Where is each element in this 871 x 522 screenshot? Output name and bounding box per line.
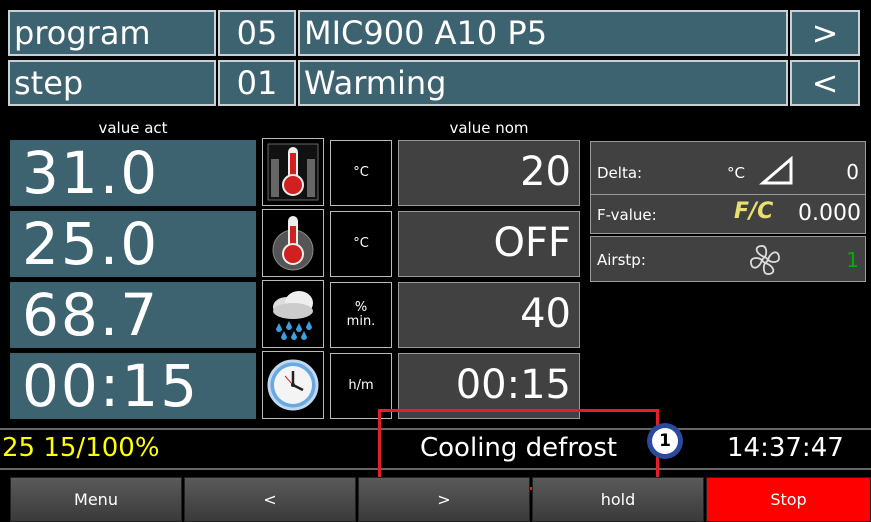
- menu-button[interactable]: Menu: [10, 477, 182, 522]
- rain-cloud-icon: [262, 280, 324, 348]
- f-value-value: 0.000: [798, 201, 861, 226]
- delta-unit: °C: [727, 164, 745, 182]
- f-value-panel: F-value: F/C 0.000: [590, 194, 866, 234]
- core-thermometer-icon: [262, 209, 324, 277]
- back-button[interactable]: <: [184, 477, 356, 522]
- forward-button[interactable]: >: [358, 477, 530, 522]
- annotation-callout: 1: [647, 423, 683, 459]
- delta-value: 0: [846, 160, 859, 184]
- clock-time: 14:37:47: [727, 433, 844, 463]
- f-value-label: F-value:: [597, 206, 657, 224]
- status-left: 25 15/100%: [2, 433, 160, 463]
- step-name[interactable]: Warming: [298, 60, 788, 106]
- step-number[interactable]: 01: [218, 60, 296, 106]
- airstep-label: Airstp:: [597, 251, 646, 269]
- stop-button[interactable]: Stop: [706, 477, 871, 522]
- prev-step-button[interactable]: <: [790, 60, 860, 106]
- delta-label: Delta:: [597, 164, 643, 182]
- nominal-air-temp[interactable]: 20: [398, 140, 580, 206]
- clock-icon: [262, 351, 324, 419]
- air-thermometer-icon: [262, 138, 324, 206]
- next-program-button[interactable]: >: [790, 10, 860, 56]
- nominal-humidity[interactable]: 40: [398, 282, 580, 348]
- program-name[interactable]: MIC900 A10 P5: [298, 10, 788, 56]
- program-label: program: [8, 10, 216, 56]
- step-label: step: [8, 60, 216, 106]
- unit-air-temp: °C: [330, 140, 392, 206]
- actual-value-air-temp: 31.0: [10, 140, 256, 206]
- unit-humidity: % min.: [330, 282, 392, 348]
- airstep-panel: Airstp: 1: [590, 236, 866, 282]
- f-c-badge-icon: F/C: [734, 199, 774, 224]
- airstep-value: 1: [846, 248, 859, 272]
- actual-value-core-temp: 25.0: [10, 211, 256, 277]
- actual-value-humidity: 68.7: [10, 282, 256, 348]
- value-nominal-label: value nom: [449, 119, 529, 137]
- hold-button[interactable]: hold: [532, 477, 704, 522]
- delta-triangle-icon: [758, 155, 795, 190]
- unit-core-temp: °C: [330, 211, 392, 277]
- nominal-core-temp[interactable]: OFF: [398, 211, 580, 277]
- actual-value-time: 00:15: [10, 353, 256, 419]
- fan-icon: [747, 243, 783, 281]
- value-actual-label: value act: [98, 119, 168, 137]
- program-number[interactable]: 05: [218, 10, 296, 56]
- annotation-number: 1: [652, 428, 678, 454]
